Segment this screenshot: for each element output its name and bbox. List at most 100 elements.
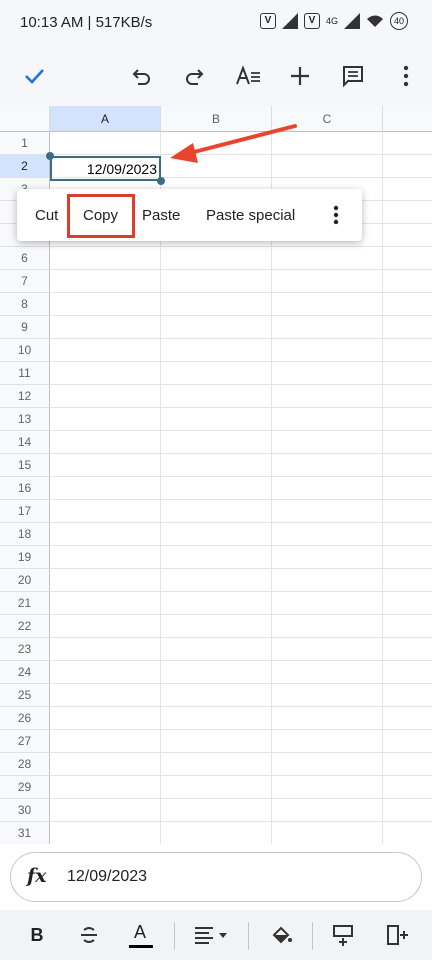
row-header[interactable]: 17 bbox=[0, 500, 50, 523]
table-row[interactable] bbox=[50, 408, 432, 431]
row-header[interactable]: 11 bbox=[0, 362, 50, 385]
table-row[interactable] bbox=[50, 638, 432, 661]
row-header[interactable]: 13 bbox=[0, 408, 50, 431]
plus-icon[interactable] bbox=[284, 60, 316, 92]
row-header[interactable]: 19 bbox=[0, 546, 50, 569]
comment-icon[interactable] bbox=[337, 60, 369, 92]
table-row[interactable] bbox=[50, 753, 432, 776]
table-row[interactable] bbox=[50, 431, 432, 454]
cut-menu-item[interactable]: Cut bbox=[35, 207, 58, 224]
row-header[interactable]: 29 bbox=[0, 776, 50, 799]
corner-cell[interactable] bbox=[0, 106, 50, 132]
table-row[interactable] bbox=[50, 270, 432, 293]
table-row[interactable] bbox=[50, 684, 432, 707]
column-header-a[interactable]: A bbox=[50, 106, 161, 132]
table-row[interactable] bbox=[50, 316, 432, 339]
table-row[interactable] bbox=[50, 615, 432, 638]
insert-row-icon[interactable] bbox=[328, 922, 358, 948]
table-row[interactable] bbox=[50, 362, 432, 385]
formula-bar[interactable]: fx 12/09/2023 bbox=[10, 852, 422, 902]
row-header[interactable]: 10 bbox=[0, 339, 50, 362]
column-header-c[interactable]: C bbox=[272, 106, 383, 132]
row-header[interactable]: 6 bbox=[0, 247, 50, 270]
status-icons: V V 4G 40 bbox=[259, 12, 408, 30]
signal-icon bbox=[281, 13, 298, 29]
table-row[interactable] bbox=[50, 477, 432, 500]
row-header[interactable]: 8 bbox=[0, 293, 50, 316]
row-header[interactable]: 21 bbox=[0, 592, 50, 615]
row-header[interactable]: 31 bbox=[0, 822, 50, 844]
more-vert-icon[interactable] bbox=[390, 60, 422, 92]
fill-color-icon[interactable] bbox=[266, 922, 296, 948]
table-row[interactable] bbox=[50, 454, 432, 477]
table-row[interactable] bbox=[50, 776, 432, 799]
format-toolbar: B A bbox=[0, 910, 432, 960]
row-header[interactable]: 1 bbox=[0, 132, 50, 155]
table-row[interactable] bbox=[50, 822, 432, 844]
text-color-letter: A bbox=[134, 922, 147, 942]
context-menu: Cut Copy Paste Paste special bbox=[17, 189, 362, 241]
strikethrough-icon[interactable] bbox=[74, 922, 104, 948]
battery-level: 40 bbox=[393, 16, 404, 26]
column-header-d[interactable] bbox=[383, 106, 432, 132]
fx-icon: fx bbox=[27, 865, 47, 887]
row-header[interactable]: 9 bbox=[0, 316, 50, 339]
redo-icon[interactable] bbox=[178, 60, 210, 92]
wifi-icon bbox=[367, 15, 383, 27]
selection-handle-top[interactable] bbox=[46, 152, 54, 160]
row-header[interactable]: 7 bbox=[0, 270, 50, 293]
selection-handle-bottom[interactable] bbox=[157, 177, 165, 185]
row-header[interactable]: 28 bbox=[0, 753, 50, 776]
paste-menu-item[interactable]: Paste bbox=[142, 207, 180, 224]
row-header[interactable]: 18 bbox=[0, 523, 50, 546]
volte-icon: V bbox=[259, 13, 276, 29]
table-row[interactable] bbox=[50, 500, 432, 523]
row-header[interactable]: 25 bbox=[0, 684, 50, 707]
row-header[interactable]: 22 bbox=[0, 615, 50, 638]
selected-cell-a2[interactable]: 12/09/2023 bbox=[50, 156, 161, 181]
row-header[interactable]: 20 bbox=[0, 569, 50, 592]
signal-icon-2 bbox=[344, 13, 360, 29]
table-row[interactable] bbox=[50, 339, 432, 362]
more-options-icon[interactable] bbox=[333, 205, 339, 230]
row-header[interactable]: 16 bbox=[0, 477, 50, 500]
column-header-b[interactable]: B bbox=[161, 106, 272, 132]
table-row[interactable] bbox=[50, 247, 432, 270]
row-header[interactable]: 15 bbox=[0, 454, 50, 477]
table-row[interactable] bbox=[50, 546, 432, 569]
table-row[interactable] bbox=[50, 569, 432, 592]
formula-value[interactable]: 12/09/2023 bbox=[67, 868, 147, 886]
table-row[interactable] bbox=[50, 132, 432, 155]
row-header[interactable]: 24 bbox=[0, 661, 50, 684]
row-header[interactable]: 26 bbox=[0, 707, 50, 730]
row-header[interactable]: 12 bbox=[0, 385, 50, 408]
table-row[interactable] bbox=[50, 293, 432, 316]
status-time: 10:13 AM | 517KB/s bbox=[20, 14, 153, 31]
text-color-underline bbox=[129, 945, 153, 948]
table-row[interactable] bbox=[50, 661, 432, 684]
undo-icon[interactable] bbox=[126, 60, 158, 92]
align-icon[interactable] bbox=[190, 922, 234, 948]
copy-highlight-box bbox=[67, 194, 135, 238]
insert-column-icon[interactable] bbox=[382, 922, 412, 948]
row-header[interactable]: 14 bbox=[0, 431, 50, 454]
table-row[interactable] bbox=[50, 799, 432, 822]
text-color-button[interactable]: A bbox=[126, 922, 156, 948]
row-header[interactable]: 23 bbox=[0, 638, 50, 661]
paste-special-menu-item[interactable]: Paste special bbox=[206, 207, 295, 224]
bold-button[interactable]: B bbox=[22, 922, 52, 948]
row-header[interactable]: 27 bbox=[0, 730, 50, 753]
table-row[interactable] bbox=[50, 707, 432, 730]
text-format-icon[interactable] bbox=[232, 60, 264, 92]
table-row[interactable] bbox=[50, 730, 432, 753]
row-header[interactable]: 30 bbox=[0, 799, 50, 822]
check-icon[interactable] bbox=[18, 60, 50, 92]
battery-icon: 40 bbox=[390, 12, 408, 30]
toolbar-divider bbox=[174, 922, 175, 950]
table-row[interactable] bbox=[50, 523, 432, 546]
table-row[interactable] bbox=[50, 592, 432, 615]
table-row[interactable] bbox=[50, 385, 432, 408]
row-header[interactable]: 2 bbox=[0, 155, 50, 178]
status-bar: 10:13 AM | 517KB/s V V 4G 40 bbox=[0, 0, 432, 46]
volte-icon-2: V bbox=[303, 13, 320, 29]
